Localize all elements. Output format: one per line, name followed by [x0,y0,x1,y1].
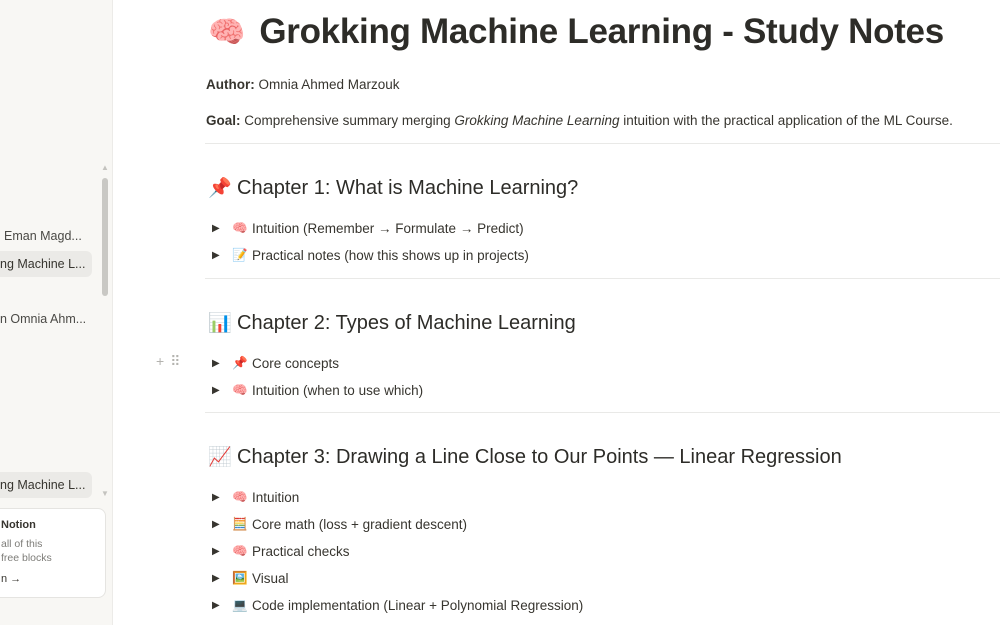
brain-icon: 🧠 [232,220,248,235]
toggle-block[interactable]: ▶ 🧠 Intuition [212,486,299,508]
sidebar-item-label: n Omnia Ahm... [0,312,87,326]
chapter-3-heading[interactable]: 📈 Chapter 3: Drawing a Line Close to Our… [208,445,842,469]
chapter-1-heading[interactable]: 📌 Chapter 1: What is Machine Learning? [208,176,578,200]
sidebar-item-label: Eman Magd... [4,229,82,243]
toggle-block[interactable]: ▶ 💻 Code implementation (Linear + Polyno… [212,594,583,616]
author-line: Author: Omnia Ahmed Marzouk [206,77,400,92]
triangle-right-icon[interactable]: ▶ [212,546,232,557]
triangle-right-icon[interactable]: ▶ [212,519,232,530]
sidebar-item-label: ng Machine L... [0,478,86,492]
chapter-title: Chapter 1: What is Machine Learning? [237,176,579,199]
upgrade-card: Notion all of this free blocks n → [0,508,106,598]
upgrade-text-line-1: all of this [1,538,43,550]
toggle-label: Intuition (Remember → Formulate → Predic… [252,220,524,236]
divider [205,143,1000,144]
pushpin-icon: 📌 [208,178,232,199]
upgrade-title: Notion [1,519,36,531]
toggle-label: Core concepts [252,355,340,371]
toggle-block[interactable]: ▶ 🧠 Practical checks [212,540,350,562]
plus-icon[interactable]: + [156,353,164,370]
page-title[interactable]: Grokking Machine Learning - Study Notes [259,12,944,52]
brain-icon: 🧠 [232,489,248,504]
sidebar-item-page-4[interactable]: ng Machine L... [0,472,92,498]
bar-chart-icon: 📊 [208,313,232,334]
page-header: 🧠 Grokking Machine Learning - Study Note… [208,12,944,52]
chapter-title: Chapter 2: Types of Machine Learning [237,311,576,334]
drag-handle-icon[interactable]: ⠿ [170,353,180,370]
toggle-label: Core math (loss + gradient descent) [252,516,467,532]
goal-line: Goal: Comprehensive summary merging Grok… [206,113,953,128]
sidebar-item-page-1[interactable]: Eman Magd... [0,223,92,249]
author-value: Omnia Ahmed Marzouk [258,77,400,92]
sidebar-item-page-3[interactable]: n Omnia Ahm... [0,306,92,332]
toggle-block[interactable]: ▶ 🧮 Core math (loss + gradient descent) [212,513,467,535]
brain-icon[interactable]: 🧠 [208,15,245,50]
triangle-right-icon[interactable]: ▶ [212,600,232,611]
sidebar-scrollbar-thumb[interactable] [102,178,108,296]
block-controls: + ⠿ [156,353,180,370]
goal-italic: Grokking Machine Learning [454,113,620,128]
abacus-icon: 🧮 [232,516,248,531]
upgrade-link[interactable]: n → [1,573,105,585]
laptop-icon: 💻 [232,597,248,612]
memo-icon: 📝 [232,247,248,262]
triangle-right-icon[interactable]: ▶ [212,250,232,261]
brain-icon: 🧠 [232,382,248,397]
divider [205,278,1000,279]
chapter-title: Chapter 3: Drawing a Line Close to Our P… [237,445,842,468]
toggle-label: Intuition (when to use which) [252,382,424,398]
sidebar-item-page-2[interactable]: ng Machine L... [0,251,92,277]
chapter-2-heading[interactable]: 📊 Chapter 2: Types of Machine Learning [208,311,576,335]
toggle-block[interactable]: ▶ 📌 Core concepts [212,352,339,374]
scroll-down-arrow-icon[interactable]: ▼ [101,490,109,498]
sidebar: Eman Magd... ng Machine L... n Omnia Ahm… [0,0,113,625]
toggle-label: Intuition [252,489,300,505]
line-chart-icon: 📈 [208,447,232,468]
triangle-right-icon[interactable]: ▶ [212,385,232,396]
author-label: Author: [206,77,255,92]
toggle-label: Practical checks [252,543,350,559]
goal-label: Goal: [206,113,241,128]
triangle-right-icon[interactable]: ▶ [212,358,232,369]
sidebar-item-label: ng Machine L... [0,257,86,271]
pushpin-icon: 📌 [232,355,248,370]
toggle-block[interactable]: ▶ 🖼️ Visual [212,567,289,589]
triangle-right-icon[interactable]: ▶ [212,573,232,584]
toggle-label: Code implementation (Linear + Polynomial… [252,597,584,613]
goal-text-1: Comprehensive summary merging [244,113,451,128]
toggle-label: Visual [252,570,289,586]
goal-text-2: intuition with the practical application… [623,113,953,128]
scroll-up-arrow-icon[interactable]: ▲ [101,164,109,172]
framed-picture-icon: 🖼️ [232,570,248,585]
divider [205,412,1000,413]
triangle-right-icon[interactable]: ▶ [212,492,232,503]
triangle-right-icon[interactable]: ▶ [212,223,232,234]
toggle-block[interactable]: ▶ 📝 Practical notes (how this shows up i… [212,244,529,266]
page-content: 🧠 Grokking Machine Learning - Study Note… [113,0,1000,625]
brain-icon: 🧠 [232,543,248,558]
toggle-block[interactable]: ▶ 🧠 Intuition (when to use which) [212,379,423,401]
toggle-label: Practical notes (how this shows up in pr… [252,247,529,263]
toggle-block[interactable]: ▶ 🧠 Intuition (Remember → Formulate → Pr… [212,217,524,239]
upgrade-text-line-2: free blocks [1,552,52,564]
